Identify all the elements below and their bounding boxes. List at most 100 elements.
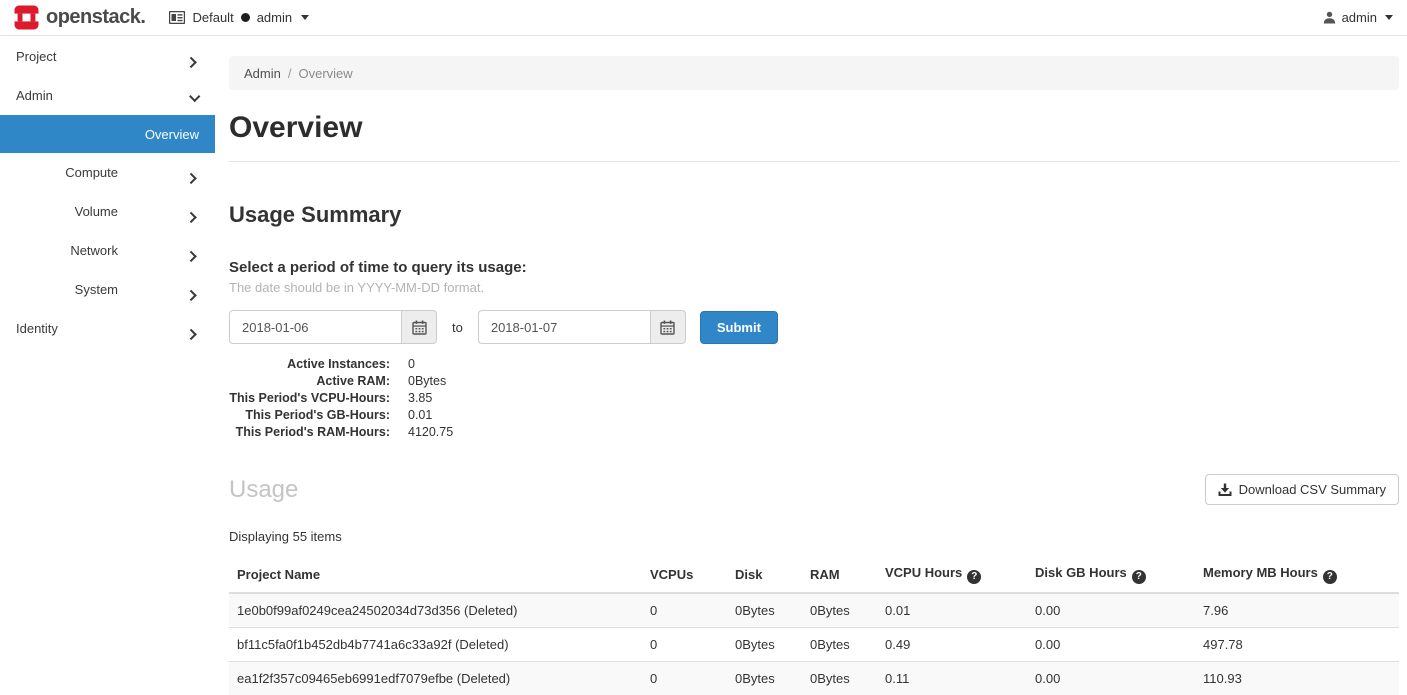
breadcrumb-admin-link[interactable]: Admin [244, 66, 281, 81]
cell-project-name: ea1f2f357c09465eb6991edf7079efbe (Delete… [229, 661, 642, 695]
col-label: VCPU Hours [885, 565, 962, 580]
cell-disk: 0Bytes [727, 627, 802, 661]
download-label: Download CSV Summary [1239, 482, 1386, 497]
help-icon[interactable]: ? [1132, 570, 1146, 584]
main-content: Admin / Overview Overview Usage Summary … [229, 37, 1399, 695]
user-menu[interactable]: admin [1323, 10, 1393, 25]
download-icon [1218, 483, 1232, 497]
chevron-down-icon [1385, 15, 1393, 20]
cell-memory-mb-hours: 110.93 [1195, 661, 1399, 695]
usage-stats: Active Instances: 0 Active RAM: 0Bytes T… [229, 356, 1399, 441]
col-label: Project Name [237, 567, 320, 582]
help-icon[interactable]: ? [1323, 570, 1337, 584]
cell-ram: 0Bytes [802, 627, 877, 661]
table-row: ea1f2f357c09465eb6991edf7079efbe (Delete… [229, 661, 1399, 695]
submit-button[interactable]: Submit [700, 311, 778, 344]
domain-project-switcher[interactable]: Default admin [169, 10, 309, 25]
chevron-down-icon [301, 15, 309, 20]
cell-ram: 0Bytes [802, 661, 877, 695]
openstack-brand[interactable]: openstack. [14, 5, 145, 30]
col-memory-mb-hours: Memory MB Hours? [1195, 557, 1399, 593]
chevron-right-icon [190, 290, 198, 298]
breadcrumb: Admin / Overview [229, 56, 1399, 90]
chevron-right-icon [190, 329, 198, 337]
help-icon[interactable]: ? [967, 570, 981, 584]
col-ram: RAM [802, 557, 877, 593]
sidebar-item-compute[interactable]: Compute [0, 153, 215, 192]
calendar-icon[interactable] [650, 310, 686, 344]
stat-ram-hours: This Period's RAM-Hours: 4120.75 [229, 424, 1399, 441]
context-domain-label: Default [192, 10, 233, 25]
date-from-input[interactable] [229, 310, 401, 344]
chevron-right-icon [190, 57, 198, 65]
table-row: bf11c5fa0f1b452db4b7741a6c33a92f (Delete… [229, 627, 1399, 661]
cell-disk-gb-hours: 0.00 [1027, 661, 1195, 695]
col-vcpus: VCPUs [642, 557, 727, 593]
cell-vcpus: 0 [642, 593, 727, 628]
cell-disk-gb-hours: 0.00 [1027, 627, 1195, 661]
sidebar-item-volume[interactable]: Volume [0, 192, 215, 231]
sidebar-item-label: Project [16, 49, 56, 64]
sidebar-item-project[interactable]: Project [0, 37, 215, 76]
sidebar-item-label: Identity [16, 321, 58, 336]
stat-label: Active RAM: [229, 373, 390, 390]
cell-vcpu-hours: 0.11 [877, 661, 1027, 695]
sidebar-item-label: System [75, 282, 118, 297]
sidebar-item-overview[interactable]: Overview [0, 115, 215, 153]
date-range-form: to Submit [229, 310, 1399, 344]
domain-icon [169, 11, 185, 24]
usage-summary-heading: Usage Summary [229, 202, 1399, 228]
col-label: VCPUs [650, 567, 693, 582]
stat-active-instances: Active Instances: 0 [229, 356, 1399, 373]
col-label: Disk GB Hours [1035, 565, 1127, 580]
stat-vcpu-hours: This Period's VCPU-Hours: 3.85 [229, 390, 1399, 407]
stat-label: Active Instances: [229, 356, 390, 373]
cell-project-name: bf11c5fa0f1b452db4b7741a6c33a92f (Delete… [229, 627, 642, 661]
col-project-name: Project Name [229, 557, 642, 593]
stat-active-ram: Active RAM: 0Bytes [229, 373, 1399, 390]
col-disk-gb-hours: Disk GB Hours? [1027, 557, 1195, 593]
usage-section-header: Usage Download CSV Summary [229, 474, 1399, 505]
cell-disk: 0Bytes [727, 661, 802, 695]
cell-vcpus: 0 [642, 661, 727, 695]
sidebar-item-system[interactable]: System [0, 270, 215, 309]
calendar-icon[interactable] [401, 310, 437, 344]
sidebar-nav: Project Admin Overview Compute Volume Ne… [0, 37, 215, 348]
stat-value: 0.01 [390, 407, 432, 424]
sidebar-item-label: Network [70, 243, 118, 258]
stat-value: 4120.75 [390, 424, 453, 441]
brand-wordmark: openstack. [46, 6, 145, 29]
openstack-logo-icon [14, 5, 39, 30]
cell-ram: 0Bytes [802, 593, 877, 628]
cell-disk: 0Bytes [727, 593, 802, 628]
date-to-input[interactable] [478, 310, 650, 344]
chevron-right-icon [190, 251, 198, 259]
breadcrumb-separator: / [288, 66, 292, 81]
chevron-down-icon [190, 96, 198, 104]
cell-vcpus: 0 [642, 627, 727, 661]
stat-value: 0 [390, 356, 415, 373]
breadcrumb-current: Overview [298, 66, 352, 81]
date-to-group [478, 310, 686, 344]
sidebar-item-identity[interactable]: Identity [0, 309, 215, 348]
top-navbar: openstack. Default admin admin [0, 0, 1407, 36]
context-separator-dot [241, 13, 250, 22]
items-count: Displaying 55 items [229, 529, 1399, 544]
col-label: Memory MB Hours [1203, 565, 1318, 580]
sidebar-item-label: Volume [75, 204, 118, 219]
stat-label: This Period's RAM-Hours: [229, 424, 390, 441]
download-csv-button[interactable]: Download CSV Summary [1205, 474, 1399, 505]
stat-label: This Period's VCPU-Hours: [229, 390, 390, 407]
usage-heading: Usage [229, 476, 298, 504]
cell-disk-gb-hours: 0.00 [1027, 593, 1195, 628]
cell-memory-mb-hours: 7.96 [1195, 593, 1399, 628]
table-header-row: Project Name VCPUs Disk RAM VCPU Hours? … [229, 557, 1399, 593]
sidebar-item-network[interactable]: Network [0, 231, 215, 270]
context-project-label: admin [257, 10, 292, 25]
sidebar-item-admin[interactable]: Admin [0, 76, 215, 115]
col-label: Disk [735, 567, 762, 582]
table-row: 1e0b0f99af0249cea24502034d73d356 (Delete… [229, 593, 1399, 628]
sidebar-item-label: Compute [65, 165, 118, 180]
to-label: to [452, 320, 463, 335]
sidebar-item-label: Overview [145, 127, 199, 142]
